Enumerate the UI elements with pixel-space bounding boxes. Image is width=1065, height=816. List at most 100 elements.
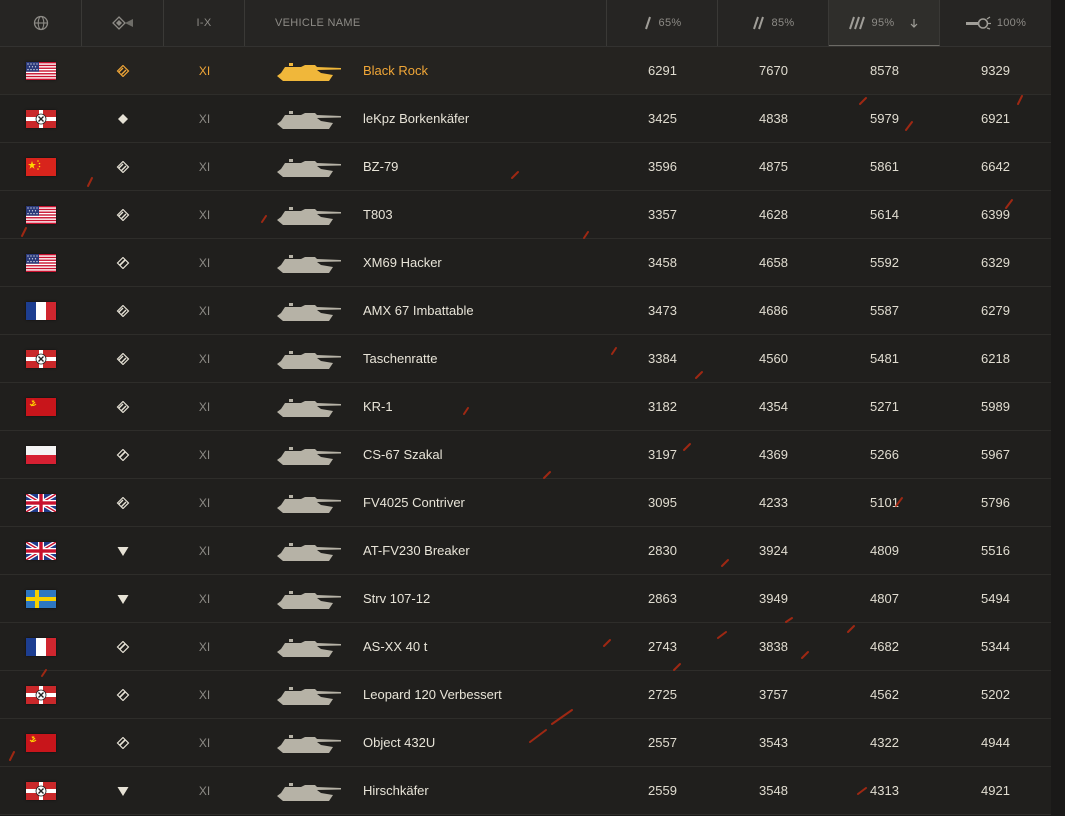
tank-silhouette-icon (277, 782, 341, 801)
vehicle-name-header-label: VEHICLE NAME (275, 17, 361, 29)
mark-3-value: 4807 (870, 591, 899, 606)
class-cell (82, 767, 164, 814)
heavy-class-icon (116, 352, 130, 365)
tier-cell: XI (164, 47, 245, 94)
mark-2-value: 4875 (759, 159, 788, 174)
table-row[interactable]: XI Leopard 120 Verbessert 2725 3757 4562 5202 (0, 671, 1051, 719)
mark-1-value: 3458 (648, 255, 677, 270)
tier-cell: XI (164, 527, 245, 574)
mastery-gun-icon (965, 16, 991, 30)
table-row[interactable]: XI T803 3357 4628 5614 6399 (0, 191, 1051, 239)
tank-silhouette-icon (277, 686, 341, 705)
table-row[interactable]: XI Taschenratte 3384 4560 5481 6218 (0, 335, 1051, 383)
mark-2-value: 4354 (759, 399, 788, 414)
vehicle-name: leKpz Borkenkäfer (363, 111, 470, 126)
table-row[interactable]: XI Strv 107-12 2863 3949 4807 5494 (0, 575, 1051, 623)
tank-silhouette-icon (277, 398, 341, 417)
nation-cell (0, 335, 82, 382)
mark-2-cell: 7670 (718, 47, 829, 94)
mark-2-value: 3543 (759, 735, 788, 750)
mark-1-value: 6291 (648, 63, 677, 78)
tier-value: XI (198, 303, 211, 318)
tank-silhouette-icon (277, 494, 341, 513)
mark-3-cell: 4807 (829, 575, 940, 622)
table-row[interactable]: XI Hirschkäfer 2559 3548 4313 4921 (0, 767, 1051, 815)
table-row[interactable]: XI leKpz Borkenkäfer 3425 4838 5979 6921 (0, 95, 1051, 143)
mark-3-value: 4682 (870, 639, 899, 654)
mark-3-value: 4809 (870, 543, 899, 558)
mark-4-value: 6642 (981, 159, 1010, 174)
table-row[interactable]: XI AT-FV230 Breaker 2830 3924 4809 5516 (0, 527, 1051, 575)
mark-2-cell: 3949 (718, 575, 829, 622)
vehicle-name: CS-67 Szakal (363, 447, 443, 462)
tier-cell: XI (164, 479, 245, 526)
table-row[interactable]: XI AMX 67 Imbattable 3473 4686 5587 6279 (0, 287, 1051, 335)
tier-value: XI (198, 63, 211, 78)
mark-1-value: 2559 (648, 783, 677, 798)
mark-2-cell: 3543 (718, 719, 829, 766)
mark-2-value: 3924 (759, 543, 788, 558)
mark-4-cell: 6642 (940, 143, 1051, 190)
mark-3-cell: 4313 (829, 767, 940, 814)
class-cell (82, 95, 164, 142)
tier-value: XI (198, 255, 211, 270)
tier-cell: XI (164, 191, 245, 238)
mark-4-value: 4921 (981, 783, 1010, 798)
mark-3-cell: 8578 (829, 47, 940, 94)
mark-2-label: 85% (771, 17, 795, 29)
mark-3-value: 5592 (870, 255, 899, 270)
tier-cell: XI (164, 95, 245, 142)
table-row[interactable]: XI KR-1 3182 4354 5271 5989 (0, 383, 1051, 431)
vehicle-name-cell: FV4025 Contriver (245, 479, 607, 526)
table-row[interactable]: XI Black Rock 6291 7670 8578 9329 (0, 47, 1051, 95)
column-header-mark-2[interactable]: 85% (718, 0, 829, 46)
class-cell (82, 143, 164, 190)
column-header-mark-3[interactable]: 95% (829, 0, 940, 46)
mark-3-cell: 5101 (829, 479, 940, 526)
class-cell (82, 575, 164, 622)
table-row[interactable]: XI CS-67 Szakal 3197 4369 5266 5967 (0, 431, 1051, 479)
tier-cell: XI (164, 719, 245, 766)
mark-2-cell: 3838 (718, 623, 829, 670)
mark-4-cell: 5516 (940, 527, 1051, 574)
vehicle-name-cell: Taschenratte (245, 335, 607, 382)
table-row[interactable]: XI BZ-79 3596 4875 5861 6642 (0, 143, 1051, 191)
mark-1-cell: 3182 (607, 383, 718, 430)
mark-2-value: 4233 (759, 495, 788, 510)
class-cell (82, 431, 164, 478)
mark-2-cell: 4686 (718, 287, 829, 334)
mark-3-cell: 5266 (829, 431, 940, 478)
mark-3-cell: 4322 (829, 719, 940, 766)
column-header-tier[interactable]: I-X (164, 0, 245, 46)
table-row[interactable]: XI Object 432U 2557 3543 4322 4944 (0, 719, 1051, 767)
mark-3-value: 4322 (870, 735, 899, 750)
table-body: XI Black Rock 6291 7670 8578 9329 XI leKpz Bork… (0, 47, 1051, 815)
tank-silhouette-icon (277, 446, 341, 465)
column-header-vehicle-name[interactable]: VEHICLE NAME (245, 0, 607, 46)
table-row[interactable]: XI XM69 Hacker 3458 4658 5592 6329 (0, 239, 1051, 287)
mark-4-cell: 5796 (940, 479, 1051, 526)
mark-4-cell: 6921 (940, 95, 1051, 142)
mark-2-value: 4628 (759, 207, 788, 222)
usa-flag-icon (26, 61, 56, 80)
column-header-mark-4[interactable]: 100% (940, 0, 1051, 46)
mark-2-cell: 4838 (718, 95, 829, 142)
table-row[interactable]: XI AS-XX 40 t 2743 3838 4682 5344 (0, 623, 1051, 671)
two-marks-icon (752, 16, 764, 30)
vehicle-marks-table: I-X VEHICLE NAME 65% 85% 95% 100% XI Bla… (0, 0, 1051, 815)
column-header-class[interactable] (82, 0, 164, 46)
mark-1-value: 3473 (648, 303, 677, 318)
tank-silhouette-icon (277, 206, 341, 225)
mark-3-label: 95% (871, 16, 895, 29)
mark-1-value: 2830 (648, 543, 677, 558)
table-row[interactable]: XI FV4025 Contriver 3095 4233 5101 5796 (0, 479, 1051, 527)
mark-2-value: 3949 (759, 591, 788, 606)
vehicle-name: Hirschkäfer (363, 783, 429, 798)
column-header-nation[interactable] (0, 0, 82, 46)
tank-silhouette-icon (277, 62, 341, 81)
mark-1-cell: 2830 (607, 527, 718, 574)
column-header-mark-1[interactable]: 65% (607, 0, 718, 46)
mark-1-cell: 3596 (607, 143, 718, 190)
mark-3-value: 5861 (870, 159, 899, 174)
mark-1-value: 3596 (648, 159, 677, 174)
